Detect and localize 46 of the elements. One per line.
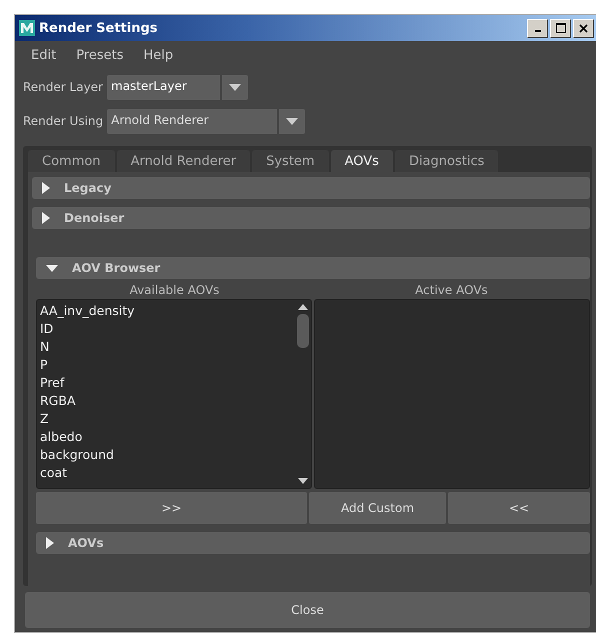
close-button[interactable]: Close — [25, 592, 590, 628]
section-header[interactable]: Legacy — [32, 177, 590, 199]
scroll-up-icon[interactable] — [297, 303, 309, 311]
list-item[interactable]: N — [40, 338, 292, 356]
tab[interactable]: System — [252, 150, 329, 172]
maximize-icon — [556, 23, 566, 33]
app-logo-icon — [19, 20, 35, 36]
button[interactable]: << — [448, 492, 590, 524]
list-item[interactable]: coat — [40, 464, 292, 482]
maximize-button[interactable] — [550, 18, 571, 38]
close-icon — [579, 24, 588, 32]
active-aovs-label: Active AOVs — [414, 282, 489, 299]
available-aovs-list[interactable]: AA_inv_density ID N P Pref RGBA Z albedo background coat — [36, 299, 312, 489]
section-header[interactable]: AOVs — [36, 532, 590, 554]
tab[interactable]: Arnold Renderer — [116, 150, 250, 172]
close-button[interactable] — [573, 18, 594, 38]
list-item[interactable]: P — [40, 356, 292, 374]
button[interactable]: Add Custom — [309, 492, 446, 524]
menu-item[interactable]: Edit — [31, 48, 56, 70]
render-layer-label: Render Layer — [23, 80, 103, 94]
window-title: Render Settings — [39, 20, 159, 36]
button[interactable]: >> — [36, 492, 307, 524]
scroll-down-icon[interactable] — [297, 477, 309, 485]
list-item[interactable]: ID — [40, 320, 292, 338]
scrollbar-thumb[interactable] — [297, 314, 309, 348]
render-layer-dropdown[interactable]: masterLayer — [107, 74, 248, 100]
minimize-icon — [534, 30, 540, 32]
dropdown-arrow-icon — [286, 118, 298, 124]
menu-item[interactable]: Help — [144, 48, 174, 70]
list-item[interactable]: background — [40, 446, 292, 464]
dropdown-arrow-icon — [229, 84, 241, 90]
render-using-label: Render Using — [23, 114, 104, 128]
list-item[interactable]: RGBA — [40, 392, 292, 410]
minimize-button[interactable] — [527, 18, 548, 38]
list-item[interactable]: albedo — [40, 428, 292, 446]
tab[interactable]: Common — [28, 150, 115, 172]
list-item[interactable]: Pref — [40, 374, 292, 392]
section-header[interactable]: Denoiser — [32, 207, 590, 229]
renderer-dropdown[interactable]: Arnold Renderer — [107, 108, 306, 134]
tab[interactable]: AOVs — [330, 150, 393, 172]
available-aovs-label: Available AOVs — [128, 282, 220, 299]
menu-item[interactable]: Presets — [76, 48, 124, 70]
list-item[interactable]: Z — [40, 410, 292, 428]
section-header[interactable]: AOV Browser — [36, 257, 590, 279]
tab[interactable]: Diagnostics — [394, 150, 498, 172]
list-item[interactable]: AA_inv_density — [40, 302, 292, 320]
